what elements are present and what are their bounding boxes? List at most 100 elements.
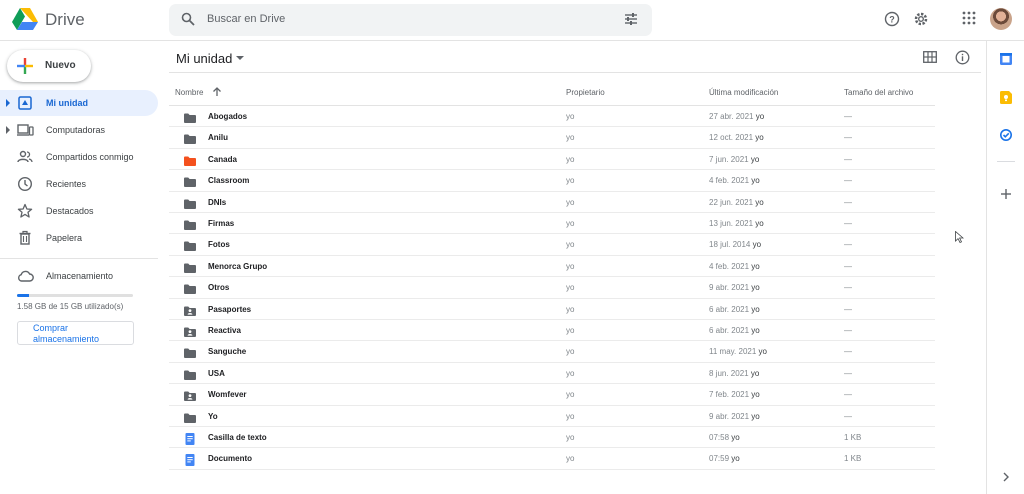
file-name: Fotos xyxy=(208,240,230,250)
folder-icon xyxy=(183,218,197,236)
file-owner: yo xyxy=(566,390,575,400)
modified-by: yo xyxy=(755,133,764,143)
page-title[interactable]: Mi unidad xyxy=(176,51,232,66)
file-row[interactable]: Firmas yo 13 jun. 2021 yo — xyxy=(169,213,935,236)
folder-icon xyxy=(183,154,197,172)
file-row[interactable]: Sanguche yo 11 may. 2021 yo — xyxy=(169,341,935,363)
file-owner: yo xyxy=(566,240,575,250)
keep-icon[interactable] xyxy=(1000,91,1012,104)
apps-grid-icon[interactable] xyxy=(962,11,976,25)
toolbar-divider xyxy=(169,72,981,73)
expand-arrow-icon[interactable] xyxy=(6,99,10,107)
file-owner: yo xyxy=(566,283,575,293)
app-name[interactable]: Drive xyxy=(45,10,85,30)
sidebar-item-my-drive[interactable]: Mi unidad xyxy=(0,90,158,116)
modified-by: yo xyxy=(751,390,760,400)
calendar-icon[interactable] xyxy=(1000,53,1012,65)
tasks-icon[interactable] xyxy=(1000,129,1012,141)
file-name: Pasaportes xyxy=(208,304,252,314)
sidebar-item-trash[interactable]: Papelera xyxy=(0,225,158,251)
modified-date: 7 feb. 2021 xyxy=(709,390,750,400)
file-row[interactable]: Pasaportes yo 6 abr. 2021 yo — xyxy=(169,299,935,320)
modified-date: 27 abr. 2021 xyxy=(709,112,754,121)
column-header-owner[interactable]: Propietario xyxy=(566,88,605,97)
svg-text:?: ? xyxy=(889,15,895,25)
shared-folder-icon xyxy=(183,389,197,407)
folder-icon xyxy=(183,282,197,300)
file-size: — xyxy=(844,176,852,186)
sidebar-item-label: Recientes xyxy=(46,179,87,189)
file-size: — xyxy=(844,390,852,400)
file-row[interactable]: DNIs yo 22 jun. 2021 yo — xyxy=(169,192,935,213)
modified-date: 9 abr. 2021 xyxy=(709,411,750,421)
settings-gear-icon[interactable] xyxy=(913,11,929,27)
file-row[interactable]: Fotos yo 18 jul. 2014 yo — xyxy=(169,234,935,256)
folder-icon xyxy=(183,132,197,150)
search-icon[interactable] xyxy=(181,12,195,26)
file-modified: 7 jun. 2021 yo xyxy=(709,155,759,164)
file-modified: 6 abr. 2021 yo xyxy=(709,326,760,335)
modified-date: 18 jul. 2014 xyxy=(709,240,751,250)
top-bar: Drive Buscar en Drive ? xyxy=(0,0,1024,41)
file-row[interactable]: Canada yo 7 jun. 2021 yo — xyxy=(169,149,935,172)
file-row[interactable]: Documento yo 07:59 yo 1 KB xyxy=(169,448,935,470)
file-size: — xyxy=(844,112,852,121)
column-header-size[interactable]: Tamaño del archivo xyxy=(844,88,913,97)
file-size: — xyxy=(844,261,852,271)
modified-by: yo xyxy=(750,368,760,378)
storage-usage-fill xyxy=(17,294,30,297)
help-icon[interactable]: ? xyxy=(884,11,900,27)
buy-storage-button[interactable]: Comprar almacenamiento xyxy=(17,321,134,345)
file-row[interactable]: Classroom yo 4 feb. 2021 yo — xyxy=(169,170,935,192)
sidebar-item-shared[interactable]: Compartidos conmigo xyxy=(0,144,158,170)
expand-arrow-icon[interactable] xyxy=(6,126,10,134)
grid-view-icon[interactable] xyxy=(923,51,937,63)
sort-arrow-up-icon[interactable] xyxy=(212,86,222,97)
sidebar-item-storage[interactable]: Almacenamiento xyxy=(0,263,158,289)
drive-logo-icon[interactable] xyxy=(12,8,38,30)
file-size: 1 KB xyxy=(844,433,862,442)
file-row[interactable]: Menorca Grupo yo 4 feb. 2021 yo — xyxy=(169,256,935,278)
chevron-right-icon[interactable] xyxy=(1002,472,1010,482)
search-options-icon[interactable] xyxy=(624,12,638,26)
file-row[interactable]: Casilla de texto yo 07:58 yo 1 KB xyxy=(169,427,935,450)
file-modified: 27 abr. 2021 yo xyxy=(709,112,764,121)
column-header-name[interactable]: Nombre xyxy=(175,88,203,97)
file-owner: yo xyxy=(566,154,575,164)
sidebar-item-starred[interactable]: Destacados xyxy=(0,198,158,224)
modified-date: 22 jun. 2021 xyxy=(709,197,754,207)
file-modified: 6 abr. 2021 yo xyxy=(709,305,760,314)
file-owner: yo xyxy=(566,197,575,207)
file-row[interactable]: Abogados yo 27 abr. 2021 yo — xyxy=(169,106,935,128)
google-doc-icon xyxy=(183,432,197,450)
file-size: — xyxy=(844,133,852,143)
file-row[interactable]: Reactiva yo 6 abr. 2021 yo — xyxy=(169,320,935,342)
file-row[interactable]: Anilu yo 12 oct. 2021 yo — xyxy=(169,127,935,150)
file-name: Womfever xyxy=(208,390,247,400)
file-name: Menorca Grupo xyxy=(208,261,268,271)
sidebar-item-computers[interactable]: Computadoras xyxy=(0,117,158,143)
file-modified: 9 abr. 2021 yo xyxy=(709,412,760,421)
search-bar[interactable]: Buscar en Drive xyxy=(169,4,652,36)
modified-by: yo xyxy=(731,433,740,442)
new-button[interactable]: Nuevo xyxy=(7,50,91,82)
modified-by: yo xyxy=(751,304,760,314)
file-row[interactable]: Womfever yo 7 feb. 2021 yo — xyxy=(169,384,935,407)
folder-icon xyxy=(183,368,197,386)
file-owner: yo xyxy=(566,112,575,121)
column-header-modified[interactable]: Última modificación xyxy=(709,88,778,97)
mouse-cursor-icon xyxy=(955,231,964,243)
modified-by: yo xyxy=(751,411,760,421)
sidebar-item-label: Compartidos conmigo xyxy=(46,152,134,162)
file-name: Canada xyxy=(208,154,237,164)
add-addon-icon[interactable] xyxy=(1000,188,1012,200)
file-row[interactable]: Otros yo 9 abr. 2021 yo — xyxy=(169,277,935,300)
chevron-down-icon[interactable] xyxy=(236,56,244,60)
info-icon[interactable] xyxy=(955,50,970,65)
file-row[interactable]: Yo yo 9 abr. 2021 yo — xyxy=(169,406,935,427)
sidebar-item-recent[interactable]: Recientes xyxy=(0,171,158,197)
search-input[interactable]: Buscar en Drive xyxy=(207,13,285,25)
account-avatar[interactable] xyxy=(990,8,1012,30)
file-row[interactable]: USA yo 8 jun. 2021 yo — xyxy=(169,363,935,386)
file-modified: 18 jul. 2014 yo xyxy=(709,240,761,249)
